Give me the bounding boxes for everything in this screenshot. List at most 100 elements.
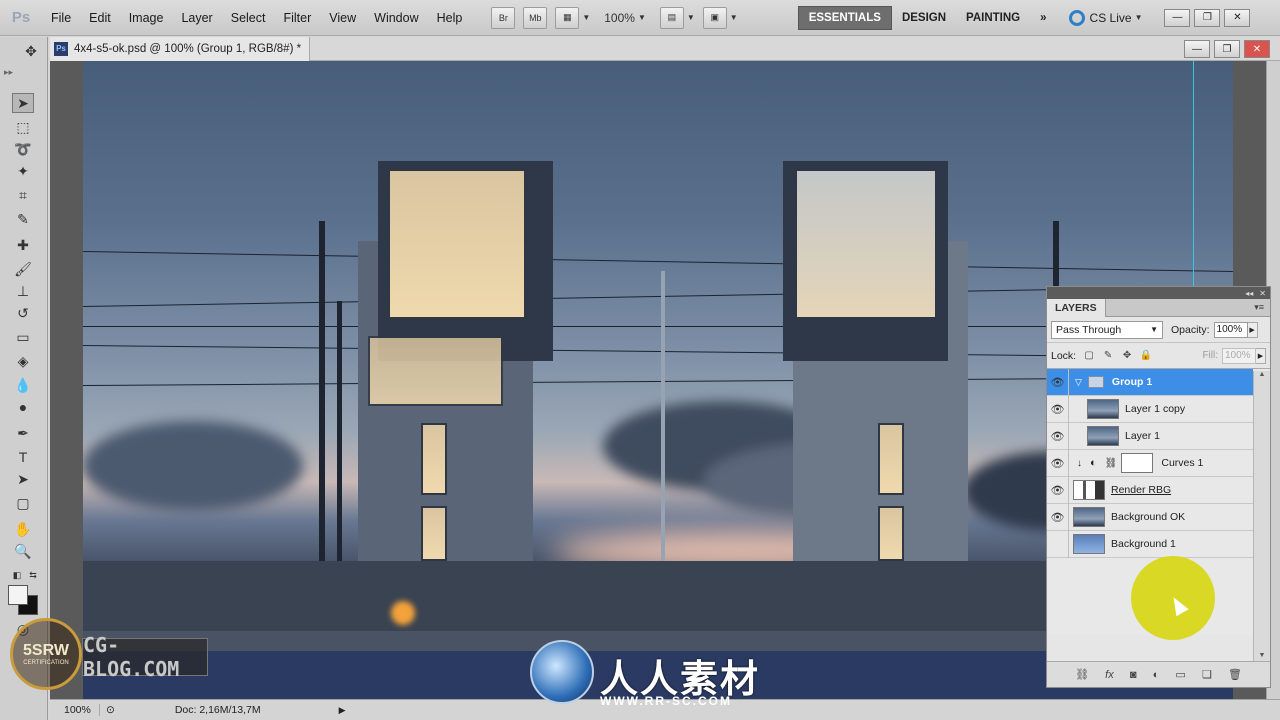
- layer-row-group-1[interactable]: 👁 ▽ Group 1: [1047, 368, 1253, 396]
- doc-restore-button[interactable]: ❐: [1214, 40, 1240, 58]
- guide-line[interactable]: [1193, 61, 1194, 291]
- eye-icon[interactable]: 👁: [1047, 368, 1069, 396]
- history-brush-tool[interactable]: ↺: [12, 303, 34, 323]
- move-tool[interactable]: ➤: [12, 93, 34, 113]
- layer-row-layer-1-copy[interactable]: 👁 Layer 1 copy: [1047, 395, 1253, 423]
- lock-position-icon[interactable]: ✥: [1120, 349, 1134, 363]
- app-minimize-button[interactable]: —: [1164, 8, 1191, 27]
- arrange-documents-button[interactable]: ▤: [659, 6, 684, 29]
- eyedropper-tool[interactable]: ✎: [12, 209, 34, 229]
- layer-row-background-1[interactable]: Background 1: [1047, 530, 1253, 558]
- close-icon[interactable]: ✕: [1259, 289, 1266, 298]
- marquee-tool[interactable]: ⬚: [12, 117, 34, 137]
- layers-scrollbar[interactable]: ▲ ▼: [1253, 371, 1270, 661]
- path-select-tool[interactable]: ➤: [12, 469, 34, 489]
- lock-pixels-icon[interactable]: ✎: [1101, 349, 1115, 363]
- paint-bucket-tool[interactable]: ◈: [12, 351, 34, 371]
- eye-icon[interactable]: 👁: [1047, 449, 1069, 477]
- layer-row-background-ok[interactable]: 👁 Background OK: [1047, 503, 1253, 531]
- menu-edit[interactable]: Edit: [80, 11, 120, 25]
- new-layer-icon[interactable]: ❏: [1202, 668, 1212, 681]
- adjustment-layer-icon[interactable]: ◐: [1153, 669, 1160, 681]
- shape-tool[interactable]: ▢: [12, 493, 34, 513]
- menu-layer[interactable]: Layer: [172, 11, 221, 25]
- clone-stamp-tool[interactable]: ⊥: [12, 281, 34, 301]
- add-mask-icon[interactable]: ◙: [1130, 669, 1137, 681]
- fill-input[interactable]: 100%: [1222, 347, 1256, 364]
- status-doc-size: Doc: 2,16M/13,7M: [174, 704, 261, 716]
- app-close-button[interactable]: ✕: [1224, 8, 1251, 27]
- menu-help[interactable]: Help: [428, 11, 472, 25]
- view-extras-button[interactable]: ▦: [555, 6, 580, 29]
- menu-file[interactable]: File: [42, 11, 80, 25]
- chevron-down-icon[interactable]: ▼: [730, 13, 738, 22]
- move-icon[interactable]: ✥: [20, 41, 42, 61]
- workspace-essentials[interactable]: ESSENTIALS: [797, 5, 892, 30]
- opacity-input[interactable]: 100%: [1213, 321, 1248, 338]
- eye-icon[interactable]: 👁: [1047, 395, 1069, 423]
- cs-live-button[interactable]: CS Live ▼: [1068, 9, 1143, 26]
- eye-icon[interactable]: 👁: [1047, 422, 1069, 450]
- healing-brush-tool[interactable]: ✚: [12, 235, 34, 255]
- brush-tool[interactable]: 🖌: [12, 259, 34, 279]
- pen-tool[interactable]: ✒: [12, 423, 34, 443]
- blend-mode-select[interactable]: Pass Through ▼: [1051, 320, 1163, 339]
- lock-all-icon[interactable]: 🔒: [1139, 349, 1153, 363]
- doc-minimize-button[interactable]: —: [1184, 40, 1210, 58]
- workspace-design[interactable]: DESIGN: [892, 6, 956, 30]
- quick-select-tool[interactable]: ✦: [12, 161, 34, 181]
- dodge-tool[interactable]: ●: [12, 397, 34, 417]
- chevron-down-icon[interactable]: ▼: [582, 13, 590, 22]
- zoom-level[interactable]: 100%: [604, 11, 635, 25]
- menu-window[interactable]: Window: [365, 11, 427, 25]
- menu-view[interactable]: View: [320, 11, 365, 25]
- collapse-icon[interactable]: ◂◂: [1245, 289, 1253, 298]
- menu-image[interactable]: Image: [120, 11, 173, 25]
- lock-transparency-icon[interactable]: ▢: [1082, 349, 1096, 363]
- layer-style-icon[interactable]: fx: [1105, 669, 1114, 681]
- opacity-stepper[interactable]: ▶: [1247, 321, 1258, 338]
- scroll-down-icon[interactable]: ▼: [1254, 652, 1270, 659]
- fill-stepper[interactable]: ▶: [1256, 347, 1266, 364]
- more-workspaces-icon[interactable]: »: [1030, 6, 1056, 30]
- disclosure-triangle-icon[interactable]: ▽: [1075, 377, 1082, 388]
- lasso-tool[interactable]: ➰: [12, 139, 34, 159]
- chevron-down-icon[interactable]: ▼: [638, 13, 646, 22]
- screen-mode-button[interactable]: ▣: [702, 6, 727, 29]
- layer-row-render-rbg[interactable]: 👁 Render RBG: [1047, 476, 1253, 504]
- swap-colors-icon[interactable]: ⇆: [22, 565, 44, 585]
- menu-select[interactable]: Select: [222, 11, 275, 25]
- foreground-color-swatch[interactable]: [8, 585, 28, 605]
- zoom-tool[interactable]: 🔍: [12, 541, 34, 561]
- scroll-up-icon[interactable]: ▲: [1254, 371, 1270, 378]
- bridge-button[interactable]: Br: [491, 6, 516, 29]
- tab-layers[interactable]: LAYERS: [1047, 298, 1106, 317]
- panel-menu-icon[interactable]: ▾≡: [1254, 302, 1270, 313]
- layer-row-curves-1[interactable]: 👁 ↓ ◐ ⛓ Curves 1: [1047, 449, 1253, 477]
- chevron-down-icon[interactable]: ▼: [687, 13, 695, 22]
- blur-tool[interactable]: 💧: [12, 375, 34, 395]
- new-group-icon[interactable]: ▭: [1175, 668, 1185, 681]
- menu-filter[interactable]: Filter: [274, 11, 320, 25]
- eraser-tool[interactable]: ▭: [12, 327, 34, 347]
- hand-tool[interactable]: ✋: [12, 519, 34, 539]
- workspace-painting[interactable]: PAINTING: [956, 6, 1030, 30]
- link-layers-icon[interactable]: ⛓: [1075, 668, 1089, 681]
- status-zoom[interactable]: 100%: [50, 704, 100, 716]
- collapse-panel-icon[interactable]: ▸▸: [4, 67, 13, 78]
- eye-hidden-icon[interactable]: [1047, 530, 1069, 558]
- type-tool[interactable]: T: [12, 447, 34, 467]
- document-tab[interactable]: Ps 4x4-s5-ok.psd @ 100% (Group 1, RGB/8#…: [50, 36, 311, 61]
- crop-tool[interactable]: ⌗: [12, 185, 34, 205]
- eye-icon[interactable]: 👁: [1047, 476, 1069, 504]
- trash-icon[interactable]: 🗑: [1228, 668, 1242, 681]
- doc-close-button[interactable]: ✕: [1244, 40, 1270, 58]
- chevron-down-icon: ▼: [1134, 13, 1143, 22]
- status-menu-arrow[interactable]: ▶: [339, 705, 346, 716]
- link-icon[interactable]: ⛓: [1105, 458, 1118, 469]
- layer-row-layer-1[interactable]: 👁 Layer 1: [1047, 422, 1253, 450]
- app-restore-button[interactable]: ❐: [1194, 8, 1221, 27]
- minibridge-button[interactable]: Mb: [523, 6, 548, 29]
- blend-mode-value: Pass Through: [1056, 323, 1122, 336]
- eye-icon[interactable]: 👁: [1047, 503, 1069, 531]
